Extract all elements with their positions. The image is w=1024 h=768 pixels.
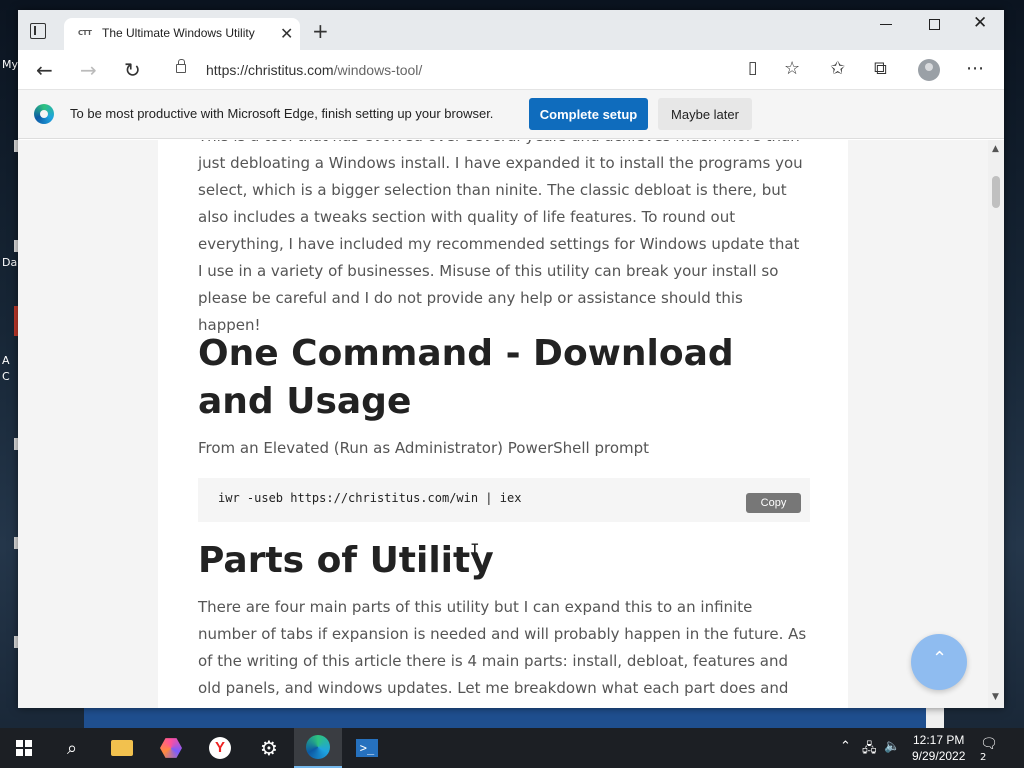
browser-window: CTT The Ultimate Windows Utility ✕ + ✕ ←… bbox=[18, 10, 1004, 708]
taskbar: ⌕ Y ⚙ >_ ⌃ 🖧 🔈 12:17 PM 9/29/2022 🗨2 bbox=[0, 728, 1024, 768]
immersive-reader-icon[interactable]: ▯ bbox=[748, 58, 757, 78]
windows-logo-icon bbox=[16, 740, 32, 756]
code-text[interactable]: iwr -useb https://christitus.com/win | i… bbox=[218, 491, 521, 505]
volume-icon[interactable]: 🔈 bbox=[884, 739, 900, 754]
browser-tab[interactable]: CTT The Ultimate Windows Utility ✕ bbox=[64, 18, 300, 50]
notification-center-icon[interactable]: 🗨2 bbox=[980, 736, 1002, 763]
scrollbar-thumb[interactable] bbox=[992, 176, 1000, 208]
url-path: /windows-tool/ bbox=[333, 62, 423, 78]
parts-paragraph: There are four main parts of this utilit… bbox=[198, 598, 807, 708]
chevron-up-icon: ⌃ bbox=[932, 648, 948, 669]
desktop-label: C bbox=[2, 370, 10, 383]
edge-taskbar-icon[interactable] bbox=[294, 728, 342, 768]
file-explorer-icon[interactable] bbox=[98, 728, 146, 768]
desktop-label: A bbox=[2, 354, 10, 367]
address-bar[interactable]: https://christitus.com/windows-tool/ ▯ ☆ bbox=[164, 54, 814, 86]
notification-count: 2 bbox=[980, 752, 987, 763]
new-tab-button[interactable]: + bbox=[312, 19, 329, 43]
clock-time[interactable]: 12:17 PM bbox=[913, 733, 964, 747]
desktop-label: My bbox=[2, 58, 19, 71]
profile-avatar[interactable] bbox=[918, 59, 940, 81]
scroll-up-icon[interactable]: ▲ bbox=[992, 144, 999, 154]
network-icon[interactable]: 🖧 bbox=[862, 739, 877, 761]
edge-logo-icon bbox=[34, 104, 54, 124]
search-icon[interactable]: ⌕ bbox=[48, 728, 96, 768]
url-host: https://christitus.com bbox=[206, 62, 334, 78]
url-text[interactable]: https://christitus.com/windows-tool/ bbox=[206, 62, 422, 78]
maybe-later-button[interactable]: Maybe later bbox=[658, 98, 752, 130]
scroll-down-icon[interactable]: ▼ bbox=[992, 692, 999, 702]
tab-title: The Ultimate Windows Utility bbox=[102, 26, 255, 40]
yandex-browser-icon[interactable]: Y bbox=[196, 728, 244, 768]
more-options-icon[interactable]: ⋯ bbox=[966, 58, 984, 79]
refresh-icon[interactable]: ↻ bbox=[124, 58, 141, 82]
add-favorite-icon[interactable]: ☆ bbox=[784, 58, 800, 79]
favorites-icon[interactable]: ✩ bbox=[830, 58, 845, 79]
text-cursor-icon: I bbox=[470, 540, 480, 559]
scroll-to-top-button[interactable]: ⌃ bbox=[911, 634, 967, 690]
clock-date[interactable]: 9/29/2022 bbox=[912, 749, 965, 763]
setup-infobar: To be most productive with Microsoft Edg… bbox=[18, 90, 1004, 139]
heading-parts: Parts of Utility bbox=[198, 540, 494, 581]
lock-icon[interactable] bbox=[176, 59, 186, 73]
background-window-edge bbox=[926, 707, 944, 728]
tab-actions-icon[interactable] bbox=[30, 23, 46, 39]
desktop-label: Da bbox=[2, 256, 18, 269]
tab-close-icon[interactable]: ✕ bbox=[280, 24, 293, 43]
minimize-icon[interactable] bbox=[880, 24, 892, 26]
vertical-scrollbar[interactable]: ▲ ▼ bbox=[988, 140, 1004, 708]
copy-button[interactable]: Copy bbox=[746, 493, 801, 513]
background-window-edge bbox=[84, 707, 926, 728]
back-icon[interactable]: ← bbox=[36, 58, 53, 82]
show-hidden-icons-icon[interactable]: ⌃ bbox=[840, 739, 851, 754]
heading-one-command: One Command - Download and Usage bbox=[198, 333, 734, 422]
prompt-note: From an Elevated (Run as Administrator) … bbox=[198, 439, 650, 457]
collections-icon[interactable]: ⧉ bbox=[874, 58, 887, 79]
favicon-icon: CTT bbox=[78, 29, 92, 37]
settings-gear-icon[interactable]: ⚙ bbox=[245, 728, 293, 768]
complete-setup-button[interactable]: Complete setup bbox=[529, 98, 648, 130]
page-viewport[interactable]: This is a tool that has evolved over sev… bbox=[18, 140, 1004, 708]
maximize-icon[interactable] bbox=[929, 19, 940, 30]
close-window-icon[interactable]: ✕ bbox=[973, 13, 987, 33]
code-block: iwr -useb https://christitus.com/win | i… bbox=[198, 478, 810, 522]
infobar-message: To be most productive with Microsoft Edg… bbox=[70, 106, 494, 121]
powershell-icon[interactable]: >_ bbox=[343, 728, 391, 768]
desktop-icon-strip: My Da A C bbox=[0, 0, 18, 728]
browser-toolbar: ← → ↻ https://christitus.com/windows-too… bbox=[18, 50, 1004, 90]
start-button[interactable] bbox=[0, 728, 48, 768]
article-body: This is a tool that has evolved over sev… bbox=[158, 140, 848, 708]
app-hexagon-icon[interactable] bbox=[147, 728, 195, 768]
title-bar[interactable]: CTT The Ultimate Windows Utility ✕ + ✕ bbox=[18, 10, 1004, 50]
intro-paragraph: This is a tool that has evolved over sev… bbox=[198, 140, 803, 334]
forward-icon[interactable]: → bbox=[80, 58, 97, 82]
